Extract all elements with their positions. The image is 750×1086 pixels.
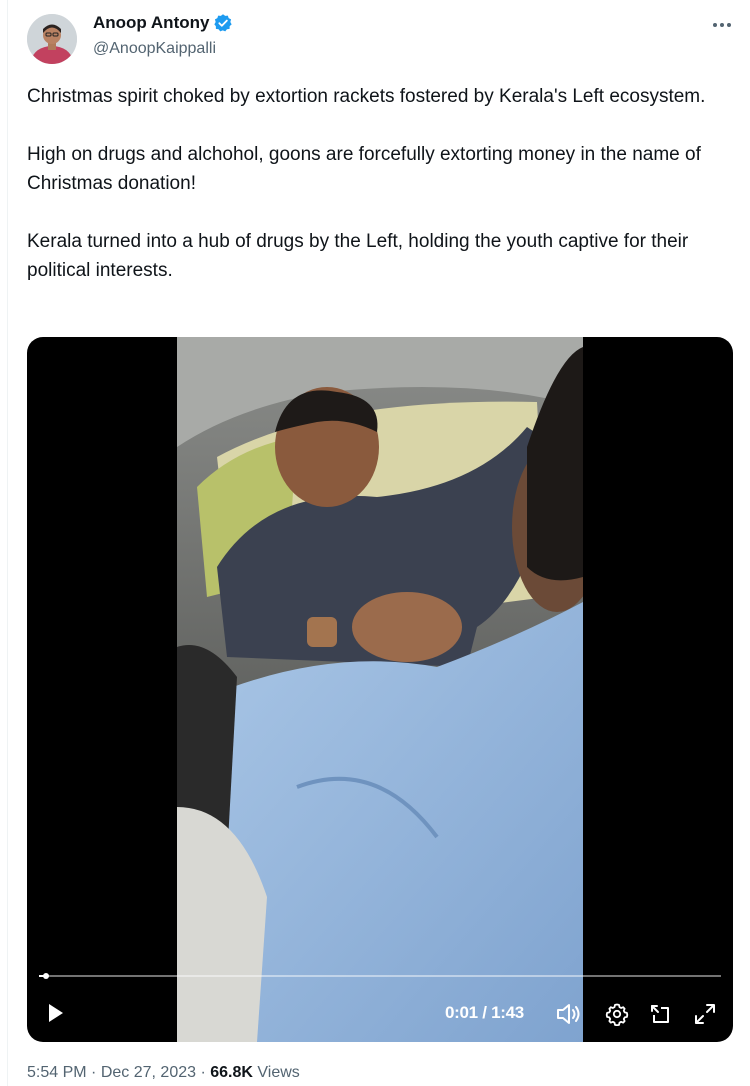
tweet-text: Christmas spirit choked by extortion rac… [27, 82, 727, 314]
settings-gear-icon[interactable] [602, 999, 632, 1029]
separator: · [200, 1064, 206, 1081]
video-frame[interactable] [177, 337, 583, 1042]
views-label: Views [257, 1064, 300, 1081]
more-icon[interactable] [706, 12, 738, 38]
author-name-row[interactable]: Anoop Antony [93, 13, 233, 33]
progress-bar[interactable] [39, 973, 721, 979]
tweet-paragraph: Kerala turned into a hub of drugs by the… [27, 231, 689, 281]
video-player[interactable]: 0:01 / 1:43 [27, 337, 733, 1042]
author-handle[interactable]: @AnoopKaippalli [93, 40, 216, 58]
video-time: 0:01 / 1:43 [445, 1003, 524, 1022]
tweet-paragraph: Christmas spirit choked by extortion rac… [27, 86, 706, 107]
timeline-border [7, 0, 8, 1086]
volume-icon[interactable] [553, 999, 583, 1029]
author-name[interactable]: Anoop Antony [93, 13, 209, 33]
avatar[interactable] [27, 14, 77, 64]
separator: · [91, 1064, 97, 1081]
views-count: 66.8K [210, 1064, 253, 1081]
picture-in-picture-icon[interactable] [645, 999, 675, 1029]
tweet-paragraph: High on drugs and alchohol, goons are fo… [27, 144, 701, 194]
tweet-meta: 5:54 PM · Dec 27, 2023 · 66.8K Views [27, 1064, 300, 1082]
tweet-card: Anoop Antony @AnoopKaippalli Christmas s… [0, 0, 750, 1086]
verified-badge-icon [213, 13, 233, 33]
tweet-date[interactable]: Dec 27, 2023 [101, 1064, 196, 1081]
fullscreen-icon[interactable] [690, 999, 720, 1029]
play-icon[interactable] [41, 999, 69, 1027]
tweet-time[interactable]: 5:54 PM [27, 1064, 87, 1081]
progress-knob[interactable] [42, 973, 49, 979]
